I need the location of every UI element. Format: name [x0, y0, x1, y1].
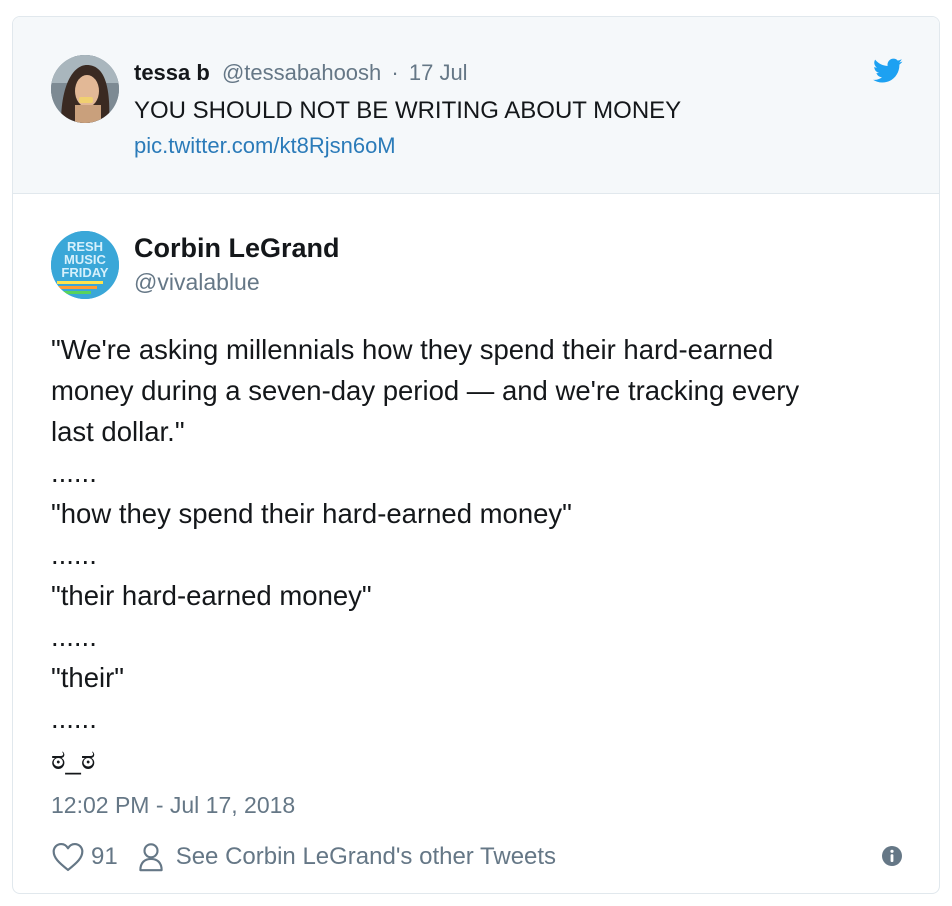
- tweet-text-line: "their": [51, 662, 125, 693]
- quoted-tweet-date[interactable]: 17 Jul: [409, 60, 468, 85]
- heart-icon: [52, 842, 84, 872]
- tweet-text-line: ......: [51, 703, 97, 734]
- twitter-bird-icon[interactable]: [873, 58, 903, 84]
- author-name[interactable]: Corbin LeGrand: [134, 233, 340, 264]
- quoted-tweet[interactable]: tessa b @tessabahoosh · 17 Jul YOU SHOUL…: [13, 17, 939, 194]
- quoted-tweet-header: tessa b @tessabahoosh · 17 Jul: [134, 60, 468, 86]
- tweet-text-line: "We're asking millennials how they spend…: [51, 334, 774, 365]
- quoted-tweet-text: YOU SHOULD NOT BE WRITING ABOUT MONEY: [134, 97, 682, 124]
- tweet-text: "We're asking millennials how they spend…: [51, 329, 901, 780]
- quoted-author-avatar[interactable]: [51, 55, 119, 123]
- quoted-tweet-link[interactable]: pic.twitter.com/kt8Rjsn6oM: [134, 133, 396, 159]
- tweet-text-line: ......: [51, 457, 97, 488]
- meta-separator: ·: [391, 60, 399, 85]
- see-other-tweets-link[interactable]: See Corbin LeGrand's other Tweets: [138, 842, 556, 872]
- tweet-text-line: ಠ_ಠ: [51, 744, 96, 775]
- like-count: 91: [91, 843, 118, 870]
- tweet-text-line: "how they spend their hard-earned money": [51, 498, 572, 529]
- tweet-text-line: money during a seven-day period — and we…: [51, 375, 800, 406]
- tweet-text-line: ......: [51, 539, 97, 570]
- tweet-text-line: ......: [51, 621, 97, 652]
- tweet-timestamp[interactable]: 12:02 PM - Jul 17, 2018: [51, 792, 295, 819]
- tweet-text-line: last dollar.": [51, 416, 185, 447]
- info-icon[interactable]: [881, 845, 903, 867]
- person-icon: [139, 843, 163, 872]
- author-handle[interactable]: @vivalablue: [134, 269, 260, 296]
- author-avatar[interactable]: RESH MUSIC FRIDAY: [51, 231, 119, 299]
- quoted-author-handle[interactable]: @tessabahoosh: [222, 60, 381, 85]
- tweet-actions: 91 See Corbin LeGrand's other Tweets: [51, 840, 556, 874]
- avatar-text-line-3: FRIDAY: [61, 265, 109, 280]
- like-button[interactable]: 91: [51, 842, 118, 872]
- tweet-card: tessa b @tessabahoosh · 17 Jul YOU SHOUL…: [12, 16, 940, 894]
- quoted-author-name[interactable]: tessa b: [134, 60, 210, 85]
- see-other-tweets-label: See Corbin LeGrand's other Tweets: [175, 843, 557, 870]
- tweet-text-line: "their hard-earned money": [51, 580, 372, 611]
